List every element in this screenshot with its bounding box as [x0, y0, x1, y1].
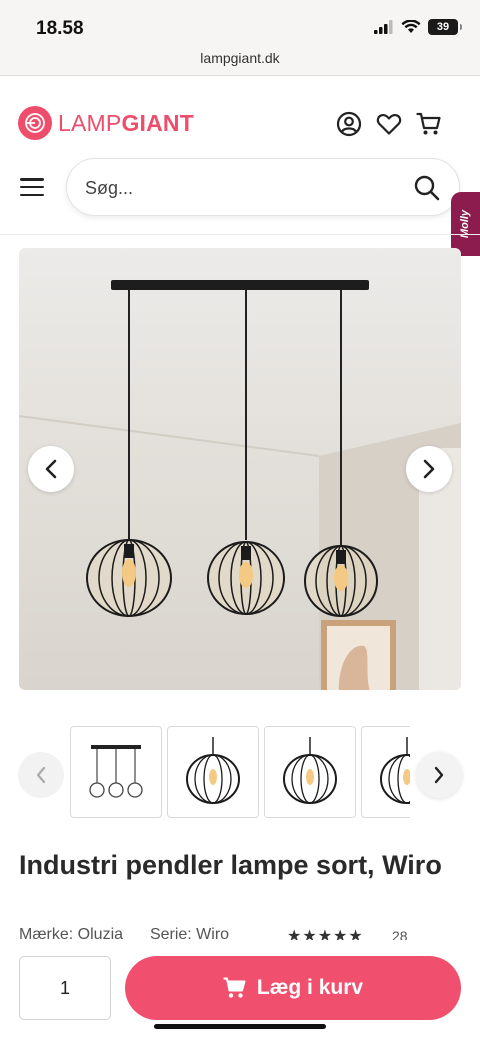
product-meta: Mærke: Oluzia Serie: Wiro ★★★★★ 28	[19, 926, 459, 940]
status-icons: 39	[374, 19, 462, 35]
logo-lamp-icon	[18, 106, 52, 140]
wifi-icon	[401, 20, 421, 33]
add-to-cart-label: Læg i kurv	[256, 976, 364, 999]
site-logo[interactable]: LAMPGIANT	[18, 106, 194, 140]
image-next-button[interactable]	[406, 446, 452, 492]
chevron-right-icon	[423, 459, 435, 479]
chevron-left-icon	[45, 459, 57, 479]
chevron-right-icon	[434, 766, 444, 784]
home-indicator	[154, 1024, 326, 1029]
cart-icon	[223, 977, 246, 998]
thumbnail-1[interactable]	[70, 726, 162, 818]
browser-chrome: 18.58 39 lampgiant.dk	[0, 0, 480, 76]
review-count[interactable]: 28	[392, 928, 408, 940]
account-icon[interactable]	[336, 111, 362, 137]
brand-link[interactable]: Mærke: Oluzia	[19, 926, 123, 940]
thumbnail-3[interactable]	[264, 726, 356, 818]
wishlist-heart-icon[interactable]	[376, 111, 402, 137]
logo-lamp-text: LAMP	[58, 109, 122, 136]
thumbnail-4[interactable]	[361, 726, 410, 818]
logo-text: LAMPGIANT	[58, 110, 194, 137]
thumbnail-strip	[70, 726, 410, 818]
series-link[interactable]: Serie: Wiro	[150, 926, 229, 940]
url-bar[interactable]: lampgiant.dk	[0, 50, 480, 66]
logo-giant-text: GIANT	[121, 109, 194, 136]
hamburger-menu-icon[interactable]	[20, 176, 44, 198]
header-divider	[0, 234, 480, 235]
chevron-left-icon	[36, 766, 46, 784]
thumbnail-2[interactable]	[167, 726, 259, 818]
image-prev-button[interactable]	[28, 446, 74, 492]
thumbnails-next-button[interactable]	[416, 752, 462, 798]
molly-side-tab[interactable]: Molly	[451, 192, 480, 256]
cart-icon[interactable]	[416, 111, 442, 137]
rating-stars-icon[interactable]: ★★★★★	[287, 926, 364, 940]
search-input[interactable]	[85, 173, 385, 203]
search-bar	[66, 158, 460, 216]
header-actions	[336, 111, 442, 137]
product-main-image[interactable]	[19, 248, 461, 690]
status-time: 18.58	[36, 18, 84, 39]
search-icon[interactable]	[413, 174, 441, 202]
add-to-cart-button[interactable]: Læg i kurv	[125, 956, 461, 1020]
product-title: Industri pendler lampe sort, Wiro	[19, 850, 442, 880]
battery-icon: 39	[428, 19, 462, 35]
thumbnails-prev-button[interactable]	[18, 752, 64, 798]
quantity-input[interactable]	[19, 956, 111, 1020]
signal-icon	[374, 20, 393, 34]
